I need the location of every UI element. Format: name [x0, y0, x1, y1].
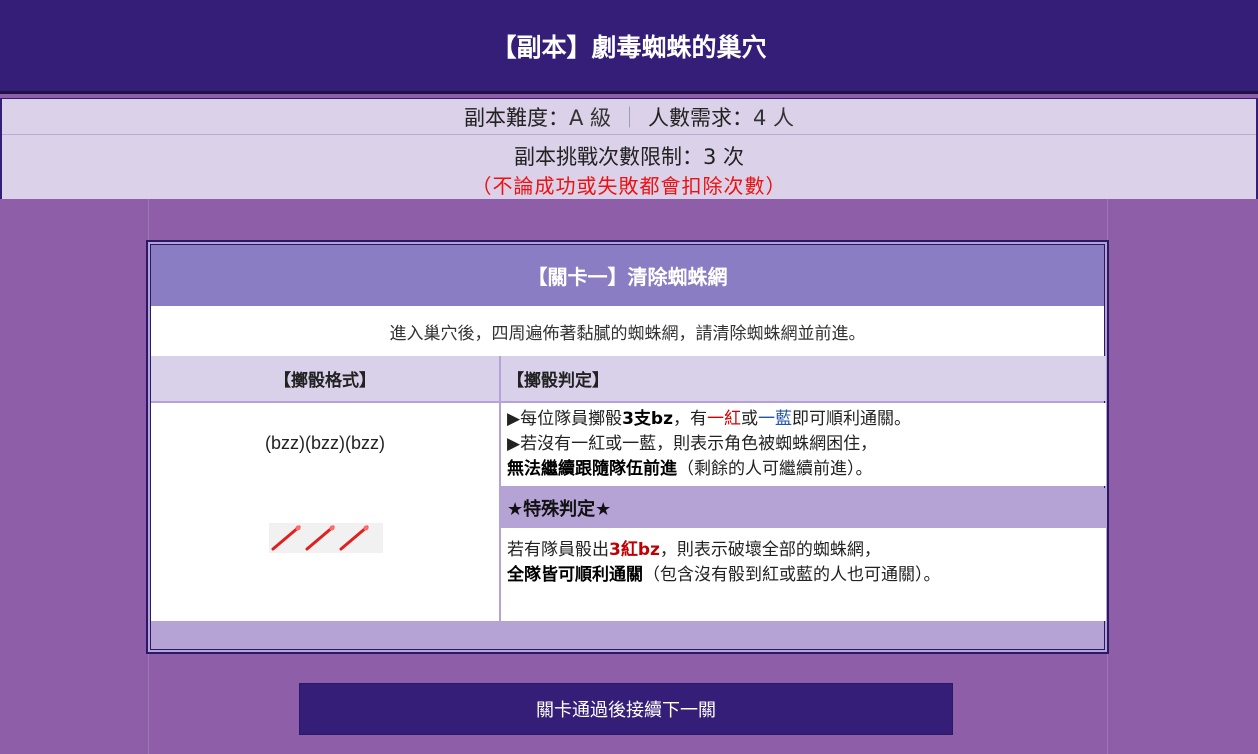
- dice-judge-header: 【擲骰判定】: [501, 356, 1106, 401]
- stage-title: 【關卡一】清除蜘蛛網: [151, 245, 1104, 306]
- special-judge-rules: 若有隊員骰出3紅bz，則表示破壞全部的蜘蛛網， 全隊皆可順利通關（包含沒有骰到紅…: [501, 528, 1106, 621]
- rule-line-2: ▶若沒有一紅或一藍，則表示角色被蜘蛛網困住，: [507, 434, 878, 454]
- stage-card-inner: 【關卡一】清除蜘蛛網 進入巢穴後，四周遍佈著黏膩的蜘蛛網，請清除蜘蛛網並前進。 …: [150, 244, 1106, 650]
- page-header: 【副本】劇毒蜘蛛的巢穴: [0, 0, 1258, 94]
- page-title: 【副本】劇毒蜘蛛的巢穴: [491, 32, 767, 62]
- bullet-icon: ▶: [507, 434, 521, 454]
- separator: ｜: [619, 105, 640, 130]
- difficulty-label: 副本難度：: [463, 105, 569, 130]
- bullet-icon: ▶: [507, 409, 521, 429]
- limit-value: 3 次: [702, 144, 745, 169]
- dice-sticks-image: [269, 523, 383, 553]
- dice-format-header: 【擲骰格式】: [151, 356, 499, 401]
- dice-judge-rules: ▶每位隊員擲骰3支bz，有一紅或一藍即可順利通關。 ▶若沒有一紅或一藍，則表示角…: [501, 403, 1106, 486]
- difficulty-row: 副本難度： A 級 ｜ 人數需求： 4 人: [2, 99, 1256, 135]
- stage-description: 進入巢穴後，四周遍佈著黏膩的蜘蛛網，請清除蜘蛛網並前進。: [151, 306, 1104, 356]
- rule-line-3: 無法繼續跟隨隊伍前進（剩餘的人可繼續前進）。: [507, 459, 873, 479]
- next-stage-button[interactable]: 關卡通過後接續下一關: [299, 683, 953, 735]
- dice-format-cell: (bzz)(bzz)(bzz): [151, 403, 499, 621]
- difficulty-value: A 級: [568, 105, 611, 130]
- stage-card: 【關卡一】清除蜘蛛網 進入巢穴後，四周遍佈著黏膩的蜘蛛網，請清除蜘蛛網並前進。 …: [146, 240, 1109, 654]
- limit-label: 副本挑戰次數限制：: [513, 144, 703, 169]
- special-judge-header: ★特殊判定★: [501, 488, 1106, 528]
- players-value: 4 人: [753, 105, 795, 130]
- red-sticks-icon: [271, 525, 369, 551]
- dice-format-text: (bzz)(bzz)(bzz): [265, 433, 385, 453]
- special-line-1: 若有隊員骰出3紅bz，則表示破壞全部的蜘蛛網，: [507, 540, 881, 560]
- limit-warning: （不論成功或失敗都會扣除次數）: [471, 173, 787, 198]
- rule-line-1: ▶每位隊員擲骰3支bz，有一紅或一藍即可順利通關。: [507, 409, 911, 429]
- dungeon-info: 副本難度： A 級 ｜ 人數需求： 4 人 副本挑戰次數限制： 3 次 （不論成…: [0, 98, 1258, 199]
- limit-row: 副本挑戰次數限制： 3 次: [2, 139, 1256, 172]
- special-line-2: 全隊皆可順利通關（包含沒有骰到紅或藍的人也可通關）。: [507, 565, 941, 585]
- players-label: 人數需求：: [648, 105, 753, 130]
